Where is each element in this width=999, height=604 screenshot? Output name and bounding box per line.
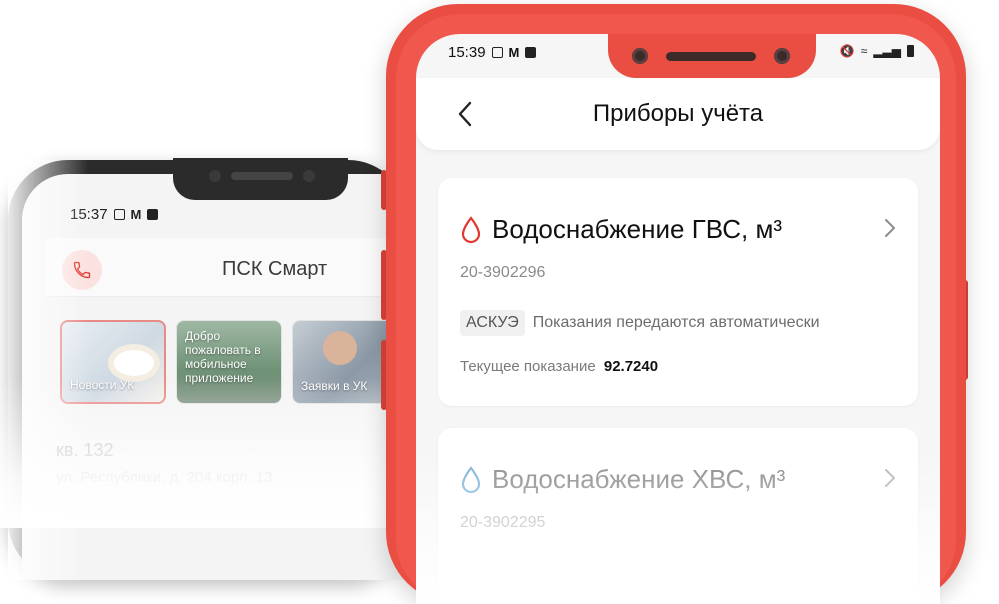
front-phone-screen: 15:39 M 🔇 ≈ ▂▃▅ Приборы учёта Водоснабже… xyxy=(416,34,940,604)
flat-info[interactable]: кв. 132 ул. Республики, д. 204 корп. 13 xyxy=(56,440,272,486)
back-phone: 15:37 M ПСК Смарт Новости УК Добро пожал… xyxy=(8,158,408,580)
chevron-right-icon xyxy=(885,469,895,487)
battery-icon xyxy=(907,45,914,57)
water-drop-icon xyxy=(461,465,481,493)
camera-icon xyxy=(209,170,221,182)
meter-serial: 20-3902296 xyxy=(460,264,546,281)
back-app-header: ПСК Смарт xyxy=(46,238,408,297)
back-status-bar: 15:37 M xyxy=(70,206,159,223)
meter-card[interactable]: Водоснабжение ХВС, м³ 20-3902295 xyxy=(438,428,918,604)
phone-icon xyxy=(73,261,91,279)
meter-serial: 20-3902295 xyxy=(460,514,546,531)
story-label: Заявки в УК xyxy=(301,379,368,393)
flat-address: ул. Республики, д. 204 корп. 13 xyxy=(56,469,273,486)
stories-row: Новости УК Добро пожаловать в мобильное … xyxy=(60,320,398,404)
camera-icon xyxy=(632,48,648,64)
meter-title: Водоснабжение ГВС, м³ xyxy=(492,214,783,244)
front-status-time: 15:39 xyxy=(448,44,486,61)
meter-title-row: Водоснабжение ГВС, м³ xyxy=(460,214,782,245)
app-bar: Приборы учёта xyxy=(416,78,940,150)
image-icon xyxy=(113,209,125,220)
meter-title: Водоснабжение ХВС, м³ xyxy=(492,464,786,494)
back-phone-notch xyxy=(173,158,348,200)
call-button[interactable] xyxy=(62,250,102,290)
sensor-icon xyxy=(303,170,315,182)
back-status-time: 15:37 xyxy=(70,206,108,223)
story-label: Добро пожаловать в мобильное приложение xyxy=(185,329,261,385)
reading-value: 92.7240 xyxy=(603,358,659,375)
story-welcome[interactable]: Добро пожаловать в мобильное приложение xyxy=(176,320,282,404)
mail-icon: M xyxy=(130,207,142,222)
speaker-grille xyxy=(231,172,293,180)
auto-transfer-note: Показания передаются автоматически xyxy=(532,314,820,331)
operator-image xyxy=(323,331,357,365)
meter-title-row: Водоснабжение ХВС, м³ xyxy=(460,464,785,495)
meter-tag-row: АСКУЭ Показания передаются автоматически xyxy=(460,310,820,336)
back-phone-screen: 15:37 M ПСК Смарт Новости УК Добро пожал… xyxy=(22,174,408,580)
front-status-bar: 15:39 M xyxy=(448,44,537,61)
coffee-cup-image xyxy=(114,350,154,376)
status-icons: 🔇 ≈ ▂▃▅ xyxy=(840,44,914,58)
meter-card[interactable]: Водоснабжение ГВС, м³ 20-3902296 АСКУЭ П… xyxy=(438,178,918,406)
askue-badge: АСКУЭ xyxy=(460,310,525,336)
speaker-grille xyxy=(666,52,756,61)
front-phone-notch xyxy=(608,34,816,78)
page-title: Приборы учёта xyxy=(592,100,764,127)
mail-icon: M xyxy=(508,45,520,60)
current-reading: Текущее показание 92.7240 xyxy=(460,358,658,375)
wifi-icon: ≈ xyxy=(860,44,868,58)
water-drop-icon xyxy=(461,215,481,243)
sensor-icon xyxy=(774,48,790,64)
back-app-title: ПСК Смарт xyxy=(222,258,328,280)
story-label: Новости УК xyxy=(70,378,135,392)
reading-label: Текущее показание xyxy=(460,358,596,375)
check-icon xyxy=(525,47,537,58)
signal-icon: ▂▃▅ xyxy=(873,44,901,58)
story-news[interactable]: Новости УК xyxy=(60,320,166,404)
chevron-right-icon xyxy=(885,219,895,237)
flat-number: кв. 132 xyxy=(56,440,114,460)
front-phone: 15:39 M 🔇 ≈ ▂▃▅ Приборы учёта Водоснабже… xyxy=(386,4,966,604)
image-icon xyxy=(491,47,503,58)
check-icon xyxy=(147,209,159,220)
mute-icon: 🔇 xyxy=(839,44,855,58)
